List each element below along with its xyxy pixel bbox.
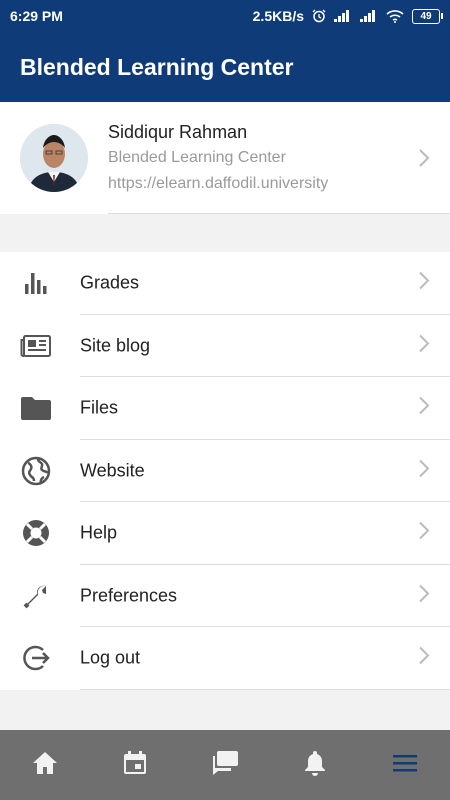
- menu-item-preferences[interactable]: Preferences: [0, 565, 450, 627]
- menu-item-log-out[interactable]: Log out: [0, 627, 450, 690]
- wrench-icon: [20, 580, 52, 612]
- nav-calendar[interactable]: [105, 735, 165, 795]
- menu-item-site-blog[interactable]: Site blog: [0, 315, 450, 377]
- nav-notifications[interactable]: [285, 735, 345, 795]
- menu-list: Grades Site blog Files Website Help Pref…: [0, 252, 450, 690]
- chevron-right-icon: [418, 646, 430, 671]
- profile-card[interactable]: Siddiqur Rahman Blended Learning Center …: [0, 102, 450, 214]
- newspaper-icon: [20, 330, 52, 362]
- messages-icon: [211, 750, 239, 781]
- divider: [108, 213, 450, 214]
- chevron-right-icon: [418, 396, 430, 421]
- chevron-right-icon: [418, 521, 430, 546]
- menu-item-label: Log out: [80, 647, 141, 668]
- avatar: [20, 124, 88, 192]
- globe-icon: [20, 455, 52, 487]
- profile-name: Siddiqur Rahman: [108, 122, 248, 142]
- chevron-right-icon: [418, 148, 430, 173]
- menu-item-label: Help: [80, 522, 118, 543]
- profile-site-name: Blended Learning Center: [108, 149, 286, 166]
- app-bar: Blended Learning Center: [0, 32, 450, 102]
- notifications-icon: [304, 750, 326, 781]
- menu-item-label: Grades: [80, 272, 140, 293]
- signal-icon: [334, 10, 352, 22]
- menu-item-website[interactable]: Website: [0, 440, 450, 502]
- chevron-right-icon: [418, 583, 430, 608]
- folder-icon: [20, 392, 52, 424]
- status-bar: 6:29 PM 2.5KB/s 49: [0, 0, 450, 32]
- nav-more-menu[interactable]: [375, 735, 435, 795]
- page-title: Blended Learning Center: [20, 53, 294, 80]
- divider: [80, 688, 450, 690]
- calendar-icon: [123, 750, 147, 780]
- logout-icon: [20, 642, 52, 674]
- bar-chart-icon: [20, 267, 52, 299]
- lifebuoy-icon: [20, 517, 52, 549]
- status-icons: 2.5KB/s 49: [252, 8, 443, 24]
- menu-icon: [392, 753, 418, 778]
- menu-item-label: Site blog: [80, 335, 151, 356]
- menu-item-label: Website: [80, 460, 145, 481]
- chevron-right-icon: [418, 271, 430, 296]
- chevron-right-icon: [418, 333, 430, 358]
- battery-icon: 49: [412, 8, 443, 24]
- bottom-nav: [0, 730, 450, 800]
- profile-site-url: https://elearn.daffodil.university: [108, 175, 329, 192]
- menu-item-help[interactable]: Help: [0, 502, 450, 565]
- menu-item-grades[interactable]: Grades: [0, 252, 450, 315]
- menu-item-label: Files: [80, 397, 119, 418]
- wifi-icon: [386, 9, 404, 23]
- network-speed: 2.5KB/s: [252, 8, 304, 24]
- nav-messages[interactable]: [195, 735, 255, 795]
- status-time: 6:29 PM: [10, 8, 63, 24]
- menu-item-label: Preferences: [80, 585, 178, 606]
- signal-icon: [360, 10, 378, 22]
- nav-home[interactable]: [15, 735, 75, 795]
- menu-item-files[interactable]: Files: [0, 377, 450, 440]
- chevron-right-icon: [418, 458, 430, 483]
- home-icon: [32, 751, 58, 780]
- alarm-icon: [312, 9, 326, 23]
